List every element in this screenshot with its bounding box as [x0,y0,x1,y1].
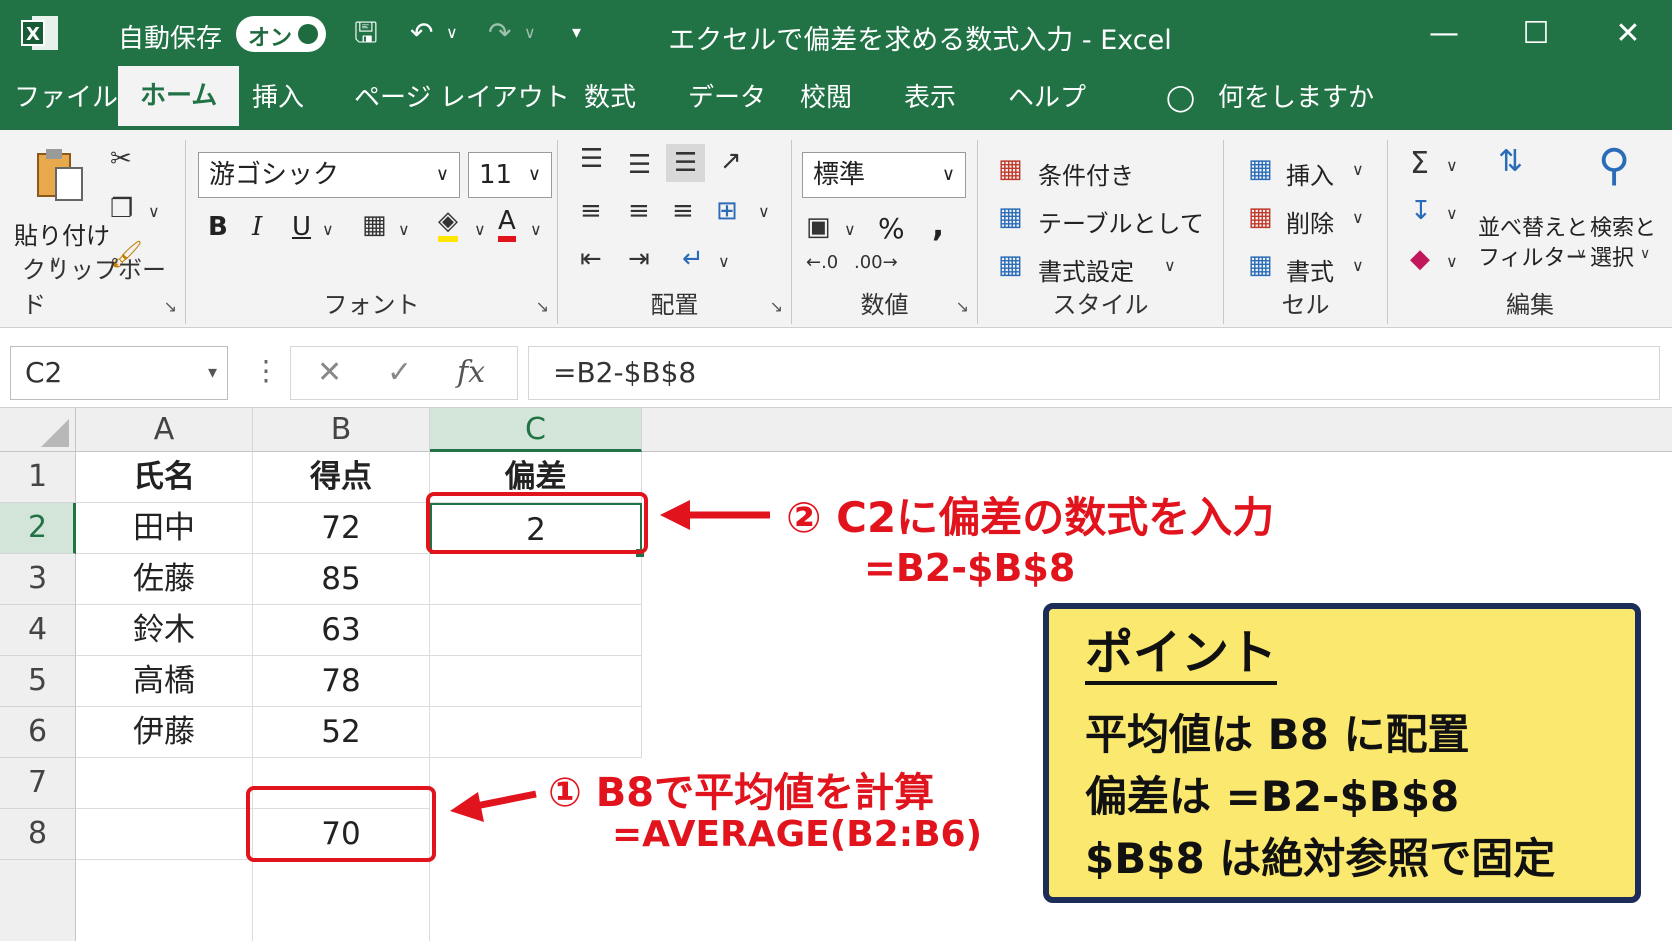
step2-annotation: ② C2に偏差の数式を入力 [786,493,1275,542]
step2-formula: =B2-$B$8 [864,546,1076,590]
point-callout: ポイント 平均値は B8 に配置 偏差は =B2-$B$8 $B$8 は絶対参照… [1043,603,1641,903]
point-line-1: 平均値は B8 に配置 [1085,710,1470,759]
point-line-2: 偏差は =B2-$B$8 [1085,772,1460,821]
arrow-to-b8-icon [450,792,484,822]
point-line-3: $B$8 は絶対参照で固定 [1085,834,1556,883]
arrow-to-c2-icon [660,500,690,530]
step1-formula: =AVERAGE(B2:B6) [612,814,983,855]
step1-annotation: ① B8で平均値を計算 [548,770,935,816]
point-title: ポイント [1085,625,1278,685]
